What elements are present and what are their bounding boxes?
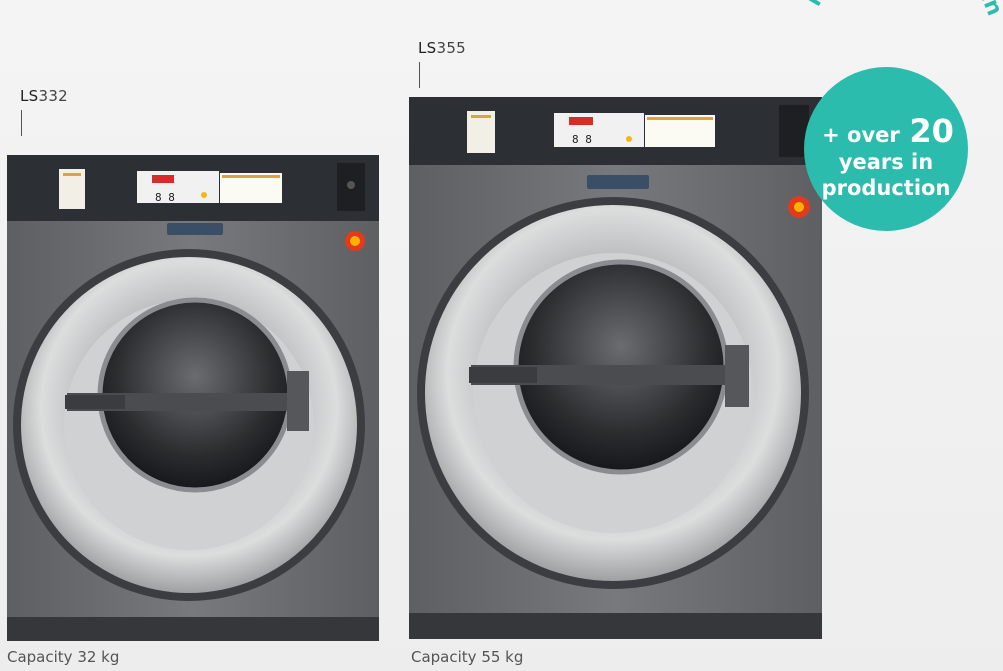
- badge-prefix: + over: [822, 123, 900, 147]
- display-digits: 8 8: [572, 133, 592, 146]
- brand-plate: [587, 175, 649, 189]
- display-screen: [152, 175, 174, 183]
- washer-ls332-image: 8 8: [7, 155, 379, 641]
- base-plinth: [409, 613, 822, 639]
- display-module: [554, 113, 644, 147]
- model-number: 355: [436, 39, 467, 57]
- label-pointer-line: [419, 62, 420, 88]
- washer-ls355-image: 8 8: [409, 97, 822, 639]
- experience-badge: More than proven + over 20 years in prod…: [801, 0, 1003, 231]
- badge-arc-text: More than proven: [801, 0, 1003, 19]
- model-label-ls332: LS332: [20, 87, 68, 105]
- display-screen: [569, 117, 593, 125]
- model-prefix: LS: [20, 87, 39, 105]
- badge-line3: production: [822, 176, 951, 200]
- brand-plate: [167, 223, 223, 235]
- base-plinth: [7, 617, 379, 641]
- model-number: 332: [38, 87, 69, 105]
- badge-line2: years in: [839, 150, 933, 174]
- capacity-label-ls355: Capacity 55 kg: [411, 648, 524, 666]
- label-pointer-line: [21, 110, 22, 136]
- display-digits: 8 8: [155, 191, 175, 204]
- badge-number: 20: [909, 112, 954, 150]
- capacity-label-ls332: Capacity 32 kg: [7, 648, 120, 666]
- model-prefix: LS: [418, 39, 437, 57]
- model-label-ls355: LS355: [418, 39, 466, 57]
- display-module: [137, 171, 219, 203]
